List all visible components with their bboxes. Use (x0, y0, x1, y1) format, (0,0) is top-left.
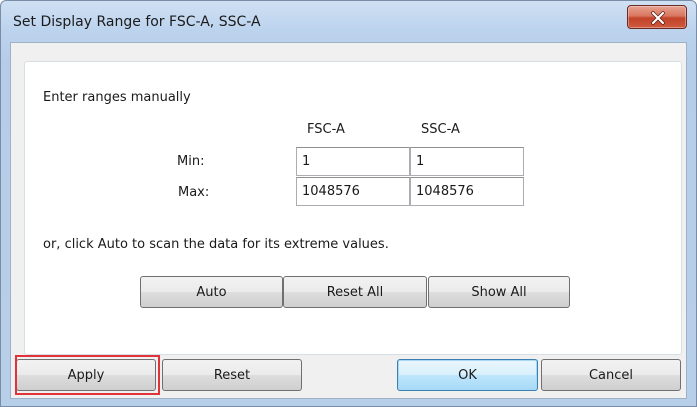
dialog-client-area: Enter ranges manually FSC-A SSC-A Min: M… (10, 42, 687, 399)
max-label: Max: (178, 185, 210, 200)
max-fsc-input[interactable] (296, 177, 410, 206)
close-icon (651, 11, 665, 25)
column-header-fsc-a: FSC-A (307, 122, 345, 137)
close-button[interactable] (627, 5, 687, 29)
show-all-button[interactable]: Show All (428, 276, 570, 308)
apply-button[interactable]: Apply (16, 359, 156, 391)
instruction-label: Enter ranges manually (43, 90, 191, 105)
reset-button[interactable]: Reset (162, 359, 302, 391)
dialog-window: Set Display Range for FSC-A, SSC-A Enter… (0, 0, 697, 407)
min-fsc-input[interactable] (296, 147, 410, 176)
ok-button[interactable]: OK (397, 359, 538, 391)
title-bar[interactable]: Set Display Range for FSC-A, SSC-A (1, 1, 696, 41)
auto-hint-label: or, click Auto to scan the data for its … (43, 237, 389, 252)
range-group-box: Enter ranges manually FSC-A SSC-A Min: M… (24, 61, 682, 355)
min-ssc-input[interactable] (410, 147, 524, 176)
reset-all-button[interactable]: Reset All (283, 276, 427, 308)
max-ssc-input[interactable] (410, 177, 524, 206)
cancel-button[interactable]: Cancel (541, 359, 681, 391)
window-title: Set Display Range for FSC-A, SSC-A (13, 14, 261, 30)
column-header-ssc-a: SSC-A (421, 122, 460, 137)
min-label: Min: (177, 154, 205, 169)
auto-button[interactable]: Auto (140, 276, 283, 308)
